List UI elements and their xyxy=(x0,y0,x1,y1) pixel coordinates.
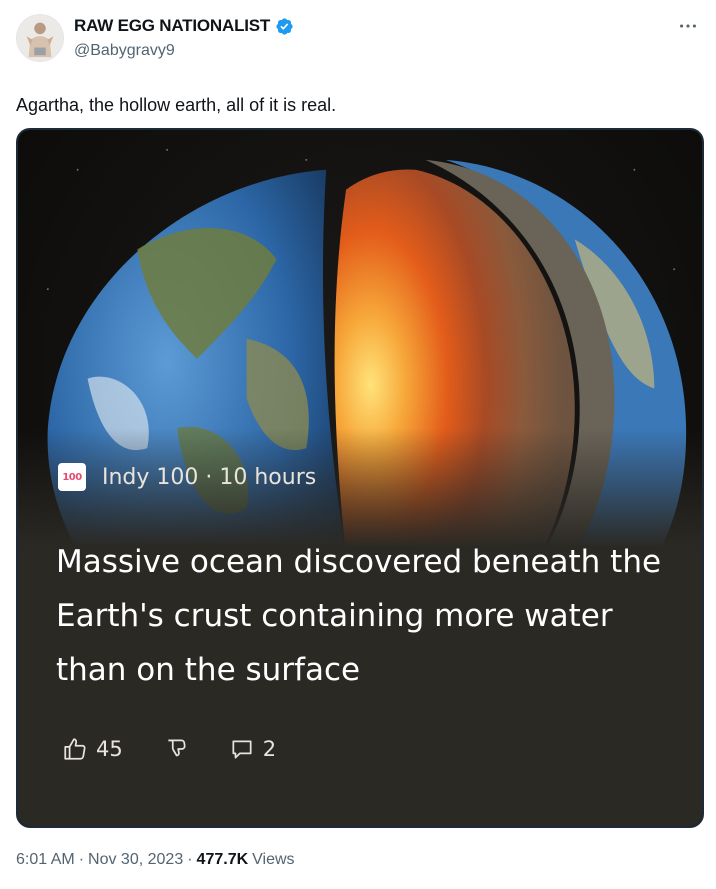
tweet-date[interactable]: Nov 30, 2023 xyxy=(88,851,183,869)
tweet-time[interactable]: 6:01 AM xyxy=(16,851,75,869)
like-reaction[interactable]: 45 xyxy=(62,736,123,762)
thumbs-down-icon xyxy=(163,736,189,762)
card-source: 100 Indy 100 · 10 hours xyxy=(58,463,316,491)
tweet-text: Agartha, the hollow earth, all of it is … xyxy=(16,95,337,115)
tweet: RAW EGG NATIONALIST @Babygravy9 Agartha,… xyxy=(0,0,716,889)
thumbs-up-icon xyxy=(62,736,88,762)
card-reactions: 45 2 xyxy=(62,736,276,762)
more-options-icon[interactable] xyxy=(674,14,702,38)
card-source-text: Indy 100 · 10 hours xyxy=(102,464,317,490)
verified-badge-icon xyxy=(275,17,294,36)
like-count: 45 xyxy=(96,737,123,761)
author-name-row: RAW EGG NATIONALIST xyxy=(74,16,294,36)
media-card[interactable]: 100 Indy 100 · 10 hours Massive ocean di… xyxy=(16,128,704,828)
author-handle[interactable]: @Babygravy9 xyxy=(74,42,175,60)
indy100-logo: 100 xyxy=(58,463,86,491)
card-headline[interactable]: Massive ocean discovered beneath the Ear… xyxy=(56,535,676,697)
comment-count: 2 xyxy=(262,737,277,761)
tweet-meta: 6:01 AM · Nov 30, 2023 · 477.7K Views xyxy=(16,851,295,869)
meta-separator-2: · xyxy=(187,851,193,868)
comment-reaction[interactable]: 2 xyxy=(229,736,276,762)
dislike-reaction[interactable] xyxy=(163,736,189,762)
display-name[interactable]: RAW EGG NATIONALIST xyxy=(74,16,270,36)
views-label: Views xyxy=(252,851,295,868)
views-count: 477.7K xyxy=(196,851,249,868)
comment-icon xyxy=(229,736,255,762)
meta-separator: · xyxy=(78,851,85,868)
avatar[interactable] xyxy=(16,14,64,62)
